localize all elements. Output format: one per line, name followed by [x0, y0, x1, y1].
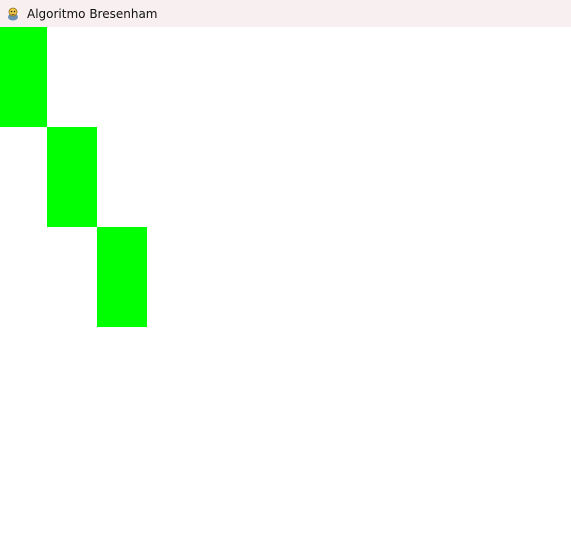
bresenham-pixel — [97, 227, 147, 327]
window-title: Algoritmo Bresenham — [27, 6, 158, 21]
drawing-canvas — [0, 27, 571, 553]
app-window: Algoritmo Bresenham — [0, 0, 571, 553]
title-bar[interactable]: Algoritmo Bresenham — [0, 0, 571, 27]
pygame-snake-icon — [5, 6, 21, 22]
bresenham-pixel — [47, 127, 97, 227]
bresenham-pixel — [0, 27, 47, 127]
